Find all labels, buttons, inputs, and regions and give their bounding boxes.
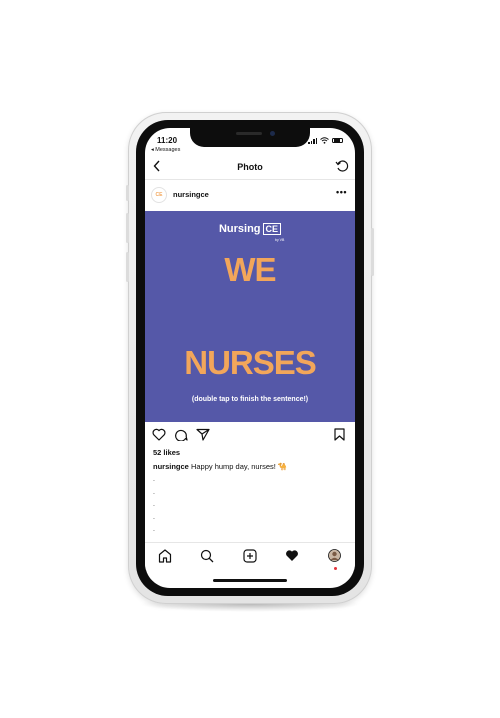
post-header: CE nursingce ••• xyxy=(145,182,355,210)
headline-line-2: NURSES xyxy=(184,344,317,381)
bottom-tab-bar xyxy=(145,542,355,570)
refresh-icon[interactable] xyxy=(335,159,349,178)
caption-dot: . xyxy=(153,513,155,521)
earpiece-speaker xyxy=(236,132,262,135)
caption-dot: . xyxy=(153,476,155,483)
caption-text: Happy hump day, nurses! 🐪 xyxy=(190,462,288,471)
volume-up-button xyxy=(126,213,129,243)
image-subtitle: (double tap to finish the sentence!) xyxy=(191,396,309,403)
share-send-icon[interactable] xyxy=(196,428,210,446)
post-avatar[interactable]: CE xyxy=(151,187,167,203)
likes-count[interactable]: 52 likes xyxy=(153,448,180,457)
like-heart-icon[interactable] xyxy=(152,428,166,446)
front-camera xyxy=(270,131,275,136)
battery-icon xyxy=(332,137,343,144)
post-image[interactable]: Nursing CE by VB WE NURSES (double tap to… xyxy=(145,211,355,422)
brand-logo: Nursing CE xyxy=(145,223,355,235)
phone-screen: 11:20 ◂ Messages Photo CE nursingce ••• xyxy=(145,128,355,588)
headline-line-1: WE xyxy=(224,251,276,288)
comment-icon[interactable] xyxy=(174,428,188,446)
status-icons xyxy=(308,137,343,144)
caption-dots: . . . . . . xyxy=(153,474,155,549)
back-to-messages-link[interactable]: ◂ Messages xyxy=(151,147,180,153)
caption-dot: . xyxy=(153,526,155,533)
brand-name: Nursing xyxy=(218,223,261,235)
post-username[interactable]: nursingce xyxy=(173,190,209,199)
add-post-icon[interactable] xyxy=(243,549,257,568)
nav-bar: Photo xyxy=(145,156,355,180)
more-options-icon[interactable]: ••• xyxy=(336,187,347,197)
page-title: Photo xyxy=(237,162,263,172)
signal-icon xyxy=(308,137,317,144)
profile-avatar-icon[interactable] xyxy=(328,549,341,567)
power-button xyxy=(371,228,374,276)
notification-dot xyxy=(334,567,337,570)
phone-notch xyxy=(190,127,310,147)
search-icon[interactable] xyxy=(200,549,214,568)
home-indicator[interactable] xyxy=(213,579,287,582)
wifi-icon xyxy=(320,137,329,144)
home-icon[interactable] xyxy=(158,549,172,568)
caption-username[interactable]: nursingce xyxy=(153,462,189,471)
brand-sub: by VB xyxy=(275,238,285,242)
caption-dot: . xyxy=(153,501,155,508)
mute-switch xyxy=(126,185,129,201)
caption-dot: . xyxy=(153,488,155,496)
activity-heart-icon[interactable] xyxy=(285,549,299,567)
volume-down-button xyxy=(126,252,129,282)
post-caption: nursingce Happy hump day, nurses! 🐪 xyxy=(153,462,287,471)
status-time: 11:20 xyxy=(157,136,178,145)
brand-box: CE xyxy=(262,223,282,235)
bookmark-icon[interactable] xyxy=(334,428,345,446)
post-actions xyxy=(145,426,355,444)
